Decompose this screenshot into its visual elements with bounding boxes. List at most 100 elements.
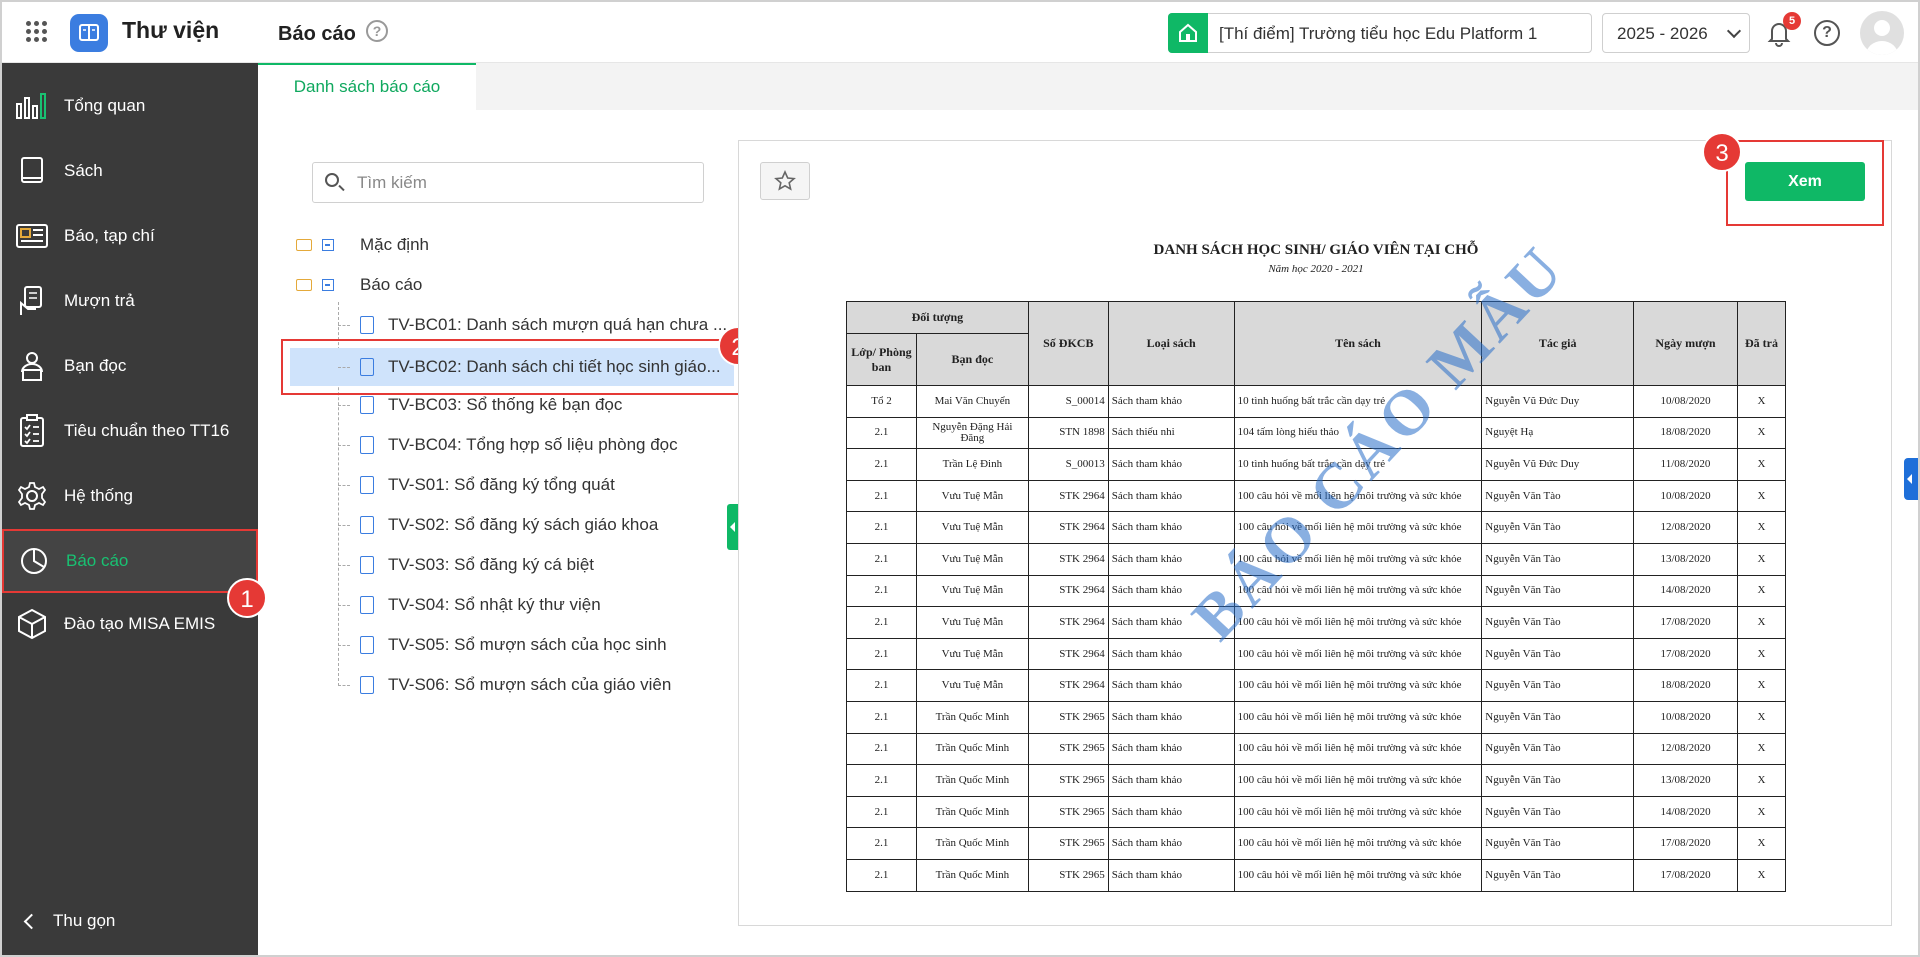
cell-author: Nguyễn Văn Tào [1481, 795, 1635, 829]
cell-date: 13/08/2020 [1633, 764, 1738, 797]
cell-returned: X [1736, 448, 1787, 481]
cell-class: 2.1 [846, 732, 917, 766]
book-icon [14, 154, 50, 188]
avatar[interactable] [1860, 11, 1904, 55]
sidebar-item-books[interactable]: Sách [2, 139, 258, 203]
folder-icon [296, 279, 312, 291]
cell-reader: Vưu Tuệ Mẫn [915, 542, 1029, 576]
apps-grid-icon[interactable] [26, 21, 48, 43]
header-book: Tên sách [1233, 301, 1483, 386]
cell-type: Sách tham khảo [1107, 542, 1235, 576]
report-item-bc01[interactable]: TV-BC01: Danh sách mượn quá hạn chưa ... [338, 308, 738, 342]
cell-author: Nguyễn Văn Tào [1481, 479, 1635, 513]
report-item-label: TV-S02: Sổ đăng ký sách giáo khoa [388, 515, 659, 534]
tab-report-list[interactable]: Danh sách báo cáo [258, 63, 476, 110]
report-item-bc04[interactable]: TV-BC04: Tổng hợp số liệu phòng đọc [338, 428, 738, 462]
cell-reader: Mai Văn Chuyển [915, 385, 1029, 418]
cell-class: 2.1 [846, 669, 917, 702]
cube-icon [14, 607, 50, 641]
cell-book: 100 câu hỏi về mối liên hệ môi trường và… [1233, 732, 1483, 766]
cell-book: 100 câu hỏi về mối liên hệ môi trường và… [1233, 542, 1483, 576]
chevron-left-icon [23, 913, 40, 929]
sidebar-item-newspapers[interactable]: Báo, tạp chí [2, 204, 258, 268]
cell-type: Sách thiếu nhi [1107, 416, 1235, 450]
report-item-label: TV-BC01: Danh sách mượn quá hạn chưa ... [388, 315, 728, 334]
cell-date: 12/08/2020 [1633, 511, 1738, 544]
right-panel-handle[interactable] [1904, 458, 1918, 500]
school-name: [Thí điểm] Trường tiểu học Edu Platform … [1219, 24, 1538, 43]
borrow-return-icon [14, 284, 50, 318]
cell-code: STK 2964 [1027, 479, 1109, 513]
highlight-box-selected-report [281, 339, 742, 395]
collapse-sidebar-button[interactable]: Thu gọn [23, 911, 115, 931]
cell-reader: Vưu Tuệ Mẫn [915, 606, 1029, 639]
header-group: Đối tượng [846, 301, 1029, 334]
tree-folder-label: Mặc định [360, 235, 429, 254]
cell-class: Tổ 2 [846, 385, 917, 418]
cell-code: S_00014 [1027, 385, 1109, 418]
collapse-node-icon[interactable] [322, 279, 334, 291]
cell-class: 2.1 [846, 606, 917, 639]
cell-code: STK 2964 [1027, 606, 1109, 639]
search-input[interactable] [357, 171, 687, 195]
cell-date: 13/08/2020 [1633, 542, 1738, 576]
cell-reader: Trần Quốc Minh [915, 732, 1029, 766]
cell-returned: X [1736, 669, 1787, 702]
view-button[interactable]: Xem [1745, 162, 1865, 201]
document-icon [360, 396, 374, 414]
table-row: 2.1 Trần Quốc Minh STK 2965 Sách tham khảo 1… [846, 700, 1787, 734]
sidebar-item-readers[interactable]: Bạn đọc [2, 334, 258, 398]
sidebar-item-training[interactable]: Đào tạo MISA EMIS [2, 592, 258, 656]
cell-code: STK 2965 [1027, 858, 1109, 892]
cell-returned: X [1736, 385, 1787, 418]
report-item-s04[interactable]: TV-S04: Sổ nhật ký thư viện [338, 588, 738, 622]
header-code: Số ĐKCB [1027, 301, 1109, 386]
cell-author: Nguyễn Văn Tào [1481, 669, 1635, 702]
school-year-select[interactable]: 2025 - 2026 [1602, 13, 1750, 53]
page-help-icon[interactable]: ? [366, 20, 388, 42]
cell-author: Nguyễn Văn Tào [1481, 700, 1635, 734]
help-icon[interactable]: ? [1814, 20, 1840, 46]
sidebar-item-borrow[interactable]: Mượn trả [2, 269, 258, 333]
collapse-node-icon[interactable] [322, 239, 334, 251]
tree-folder-label: Báo cáo [360, 275, 423, 294]
table-row: 2.1 Vưu Tuệ Mẫn STK 2964 Sách tham khảo 100 … [846, 479, 1787, 513]
cell-type: Sách tham khảo [1107, 764, 1235, 797]
cell-returned: X [1736, 827, 1787, 860]
tree-folder-default[interactable]: Mặc định [296, 230, 429, 260]
cell-date: 18/08/2020 [1633, 416, 1738, 450]
sidebar-item-label: Mượn trả [64, 291, 135, 310]
cell-class: 2.1 [846, 416, 917, 450]
report-item-s02[interactable]: TV-S02: Sổ đăng ký sách giáo khoa [338, 508, 738, 542]
cell-book: 100 câu hỏi về mối liên hệ môi trường và… [1233, 606, 1483, 639]
sidebar-item-reports[interactable]: Báo cáo [2, 529, 258, 593]
document-icon [360, 436, 374, 454]
cell-class: 2.1 [846, 511, 917, 544]
school-selector[interactable]: [Thí điểm] Trường tiểu học Edu Platform … [1168, 13, 1592, 53]
folder-icon [296, 239, 312, 251]
sidebar-item-label: Sách [64, 161, 103, 180]
report-item-label: TV-S01: Sổ đăng ký tổng quát [388, 475, 615, 494]
report-item-s05[interactable]: TV-S05: Sổ mượn sách của học sinh [338, 628, 738, 662]
cell-returned: X [1736, 637, 1787, 671]
cell-book: 10 tình huống bất trắc cần dạy trẻ [1233, 385, 1483, 418]
sidebar-item-system[interactable]: Hệ thống [2, 464, 258, 528]
report-item-s03[interactable]: TV-S03: Sổ đăng ký cá biệt [338, 548, 738, 582]
report-item-label: TV-BC03: Sổ thống kê bạn đọc [388, 395, 623, 414]
cell-class: 2.1 [846, 795, 917, 829]
cell-type: Sách tham khảo [1107, 574, 1235, 608]
table-row: 2.1 Vưu Tuệ Mẫn STK 2964 Sách tham khảo 100 … [846, 606, 1787, 639]
tree-folder-reports[interactable]: Báo cáo [296, 270, 422, 300]
document-icon [360, 636, 374, 654]
sidebar-item-overview[interactable]: Tổng quan [2, 74, 258, 138]
report-item-label: TV-S06: Sổ mượn sách của giáo viên [388, 675, 672, 694]
report-item-s06[interactable]: TV-S06: Sổ mượn sách của giáo viên [338, 668, 738, 702]
sidebar-item-tt16[interactable]: Tiêu chuẩn theo TT16 [2, 399, 258, 463]
report-item-label: TV-S05: Sổ mượn sách của học sinh [388, 635, 667, 654]
favorite-button[interactable] [760, 162, 810, 200]
report-item-s01[interactable]: TV-S01: Sổ đăng ký tổng quát [338, 468, 738, 502]
table-row: 2.1 Trần Quốc Minh STK 2965 Sách tham khảo 1… [846, 858, 1787, 892]
report-table: Đối tượng Số ĐKCB Loại sách Tên sách Tác… [846, 301, 1787, 892]
cell-date: 10/08/2020 [1633, 700, 1738, 734]
cell-returned: X [1736, 574, 1787, 608]
